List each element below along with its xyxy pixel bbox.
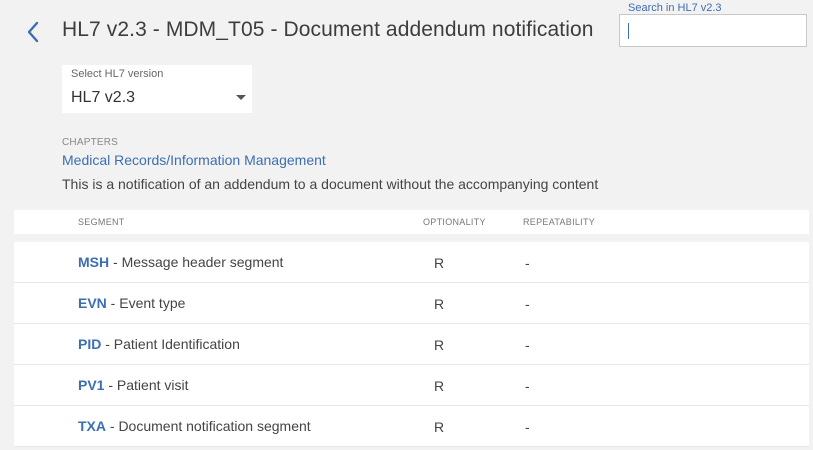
repeatability-cell: - xyxy=(525,296,530,312)
repeatability-cell: - xyxy=(525,378,530,394)
table-row[interactable]: PID - Patient Identification R - xyxy=(14,324,809,365)
message-description: This is a notification of an addendum to… xyxy=(62,176,599,192)
table-row[interactable]: EVN - Event type R - xyxy=(14,283,809,324)
table-row[interactable]: PV1 - Patient visit R - xyxy=(14,365,809,406)
segment-description: - Message header segment xyxy=(109,254,284,270)
segment-code-link[interactable]: TXA xyxy=(78,418,106,434)
segment-table: MSH - Message header segment R - EVN - E… xyxy=(14,242,809,447)
segment-cell: PID - Patient Identification xyxy=(78,336,240,352)
segment-code-link[interactable]: EVN xyxy=(78,295,107,311)
version-select[interactable]: Select HL7 version HL7 v2.3 xyxy=(62,65,252,113)
table-row[interactable]: MSH - Message header segment R - xyxy=(14,242,809,283)
page: HL7 v2.3 - MDM_T05 - Document addendum n… xyxy=(0,0,813,450)
chapter-link[interactable]: Medical Records/Information Management xyxy=(62,152,326,168)
page-title: HL7 v2.3 - MDM_T05 - Document addendum n… xyxy=(62,18,594,41)
back-button[interactable] xyxy=(22,19,44,45)
optionality-cell: R xyxy=(434,419,445,435)
segment-description: - Document notification segment xyxy=(106,418,311,434)
table-row[interactable]: TXA - Document notification segment R - xyxy=(14,406,809,447)
column-header-repeatability: REPEATABILITY xyxy=(523,217,596,227)
optionality-cell: R xyxy=(434,255,445,271)
segment-code-link[interactable]: MSH xyxy=(78,254,109,270)
chapters-label: CHAPTERS xyxy=(62,137,119,148)
segment-code-link[interactable]: PID xyxy=(78,336,101,352)
segment-description: - Event type xyxy=(106,295,186,311)
segment-cell: MSH - Message header segment xyxy=(78,254,283,270)
segment-code-link[interactable]: PV1 xyxy=(78,377,104,393)
segment-cell: TXA - Document notification segment xyxy=(78,418,311,434)
segment-description: - Patient visit xyxy=(104,377,189,393)
table-header: SEGMENT OPTIONALITY REPEATABILITY xyxy=(14,210,809,234)
column-header-optionality: OPTIONALITY xyxy=(423,217,486,227)
segment-cell: EVN - Event type xyxy=(78,295,185,311)
search-input[interactable] xyxy=(619,14,807,47)
segment-description: - Patient Identification xyxy=(101,336,240,352)
search-label: Search in HL7 v2.3 xyxy=(628,2,722,14)
optionality-cell: R xyxy=(434,296,445,312)
chevron-left-icon xyxy=(27,21,39,43)
repeatability-cell: - xyxy=(525,419,530,435)
optionality-cell: R xyxy=(434,337,445,353)
column-header-segment: SEGMENT xyxy=(78,217,125,227)
dropdown-arrow-icon xyxy=(236,95,246,100)
optionality-cell: R xyxy=(434,378,445,394)
text-cursor xyxy=(628,23,629,39)
version-select-value: HL7 v2.3 xyxy=(71,89,136,106)
segment-cell: PV1 - Patient visit xyxy=(78,377,189,393)
repeatability-cell: - xyxy=(525,337,530,353)
repeatability-cell: - xyxy=(525,255,530,271)
version-select-label: Select HL7 version xyxy=(71,68,164,80)
